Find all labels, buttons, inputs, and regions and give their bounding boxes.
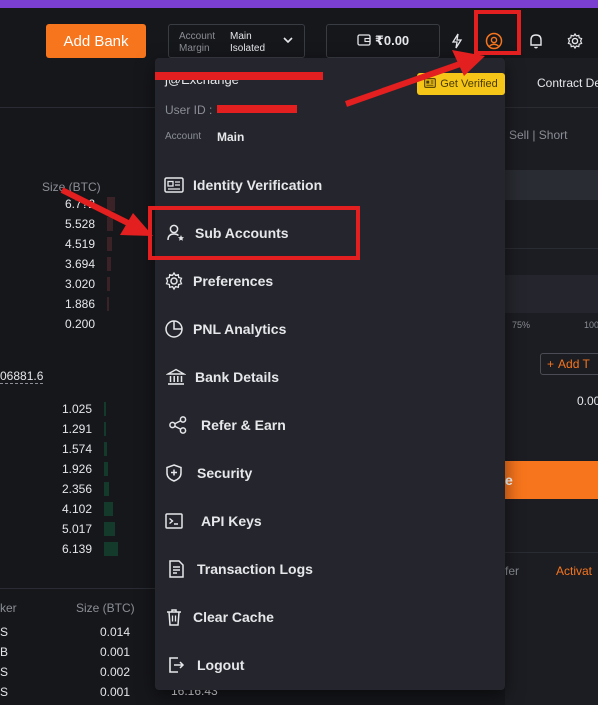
annotation-arrow-profile: [345, 50, 485, 107]
annotation-arrows: [60, 50, 485, 236]
annotation-arrow-sub-accounts: [60, 187, 153, 236]
